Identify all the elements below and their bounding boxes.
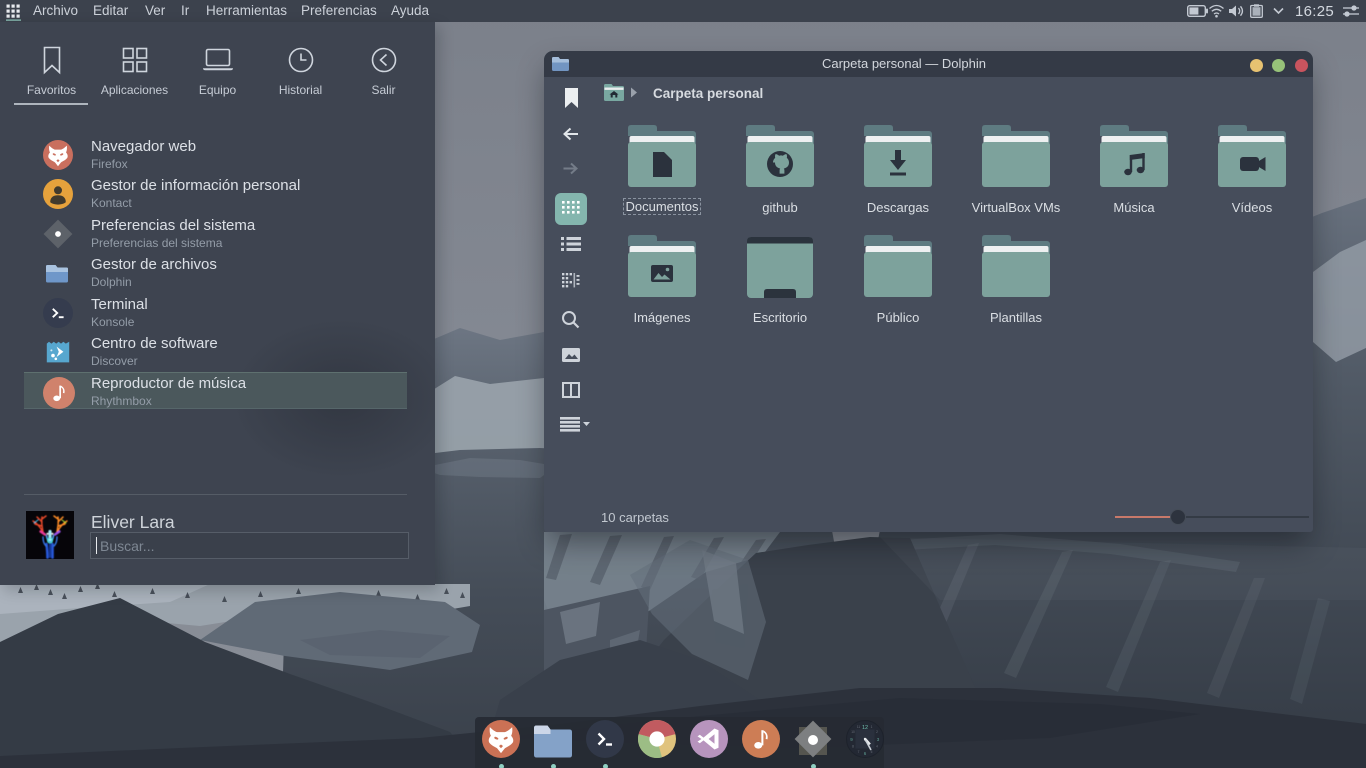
svg-text:8: 8 (852, 745, 854, 749)
svg-text:2: 2 (876, 730, 878, 734)
svg-text:4: 4 (876, 745, 878, 749)
svg-text:12: 12 (862, 725, 868, 731)
svg-text:11: 11 (857, 725, 861, 729)
svg-text:7: 7 (858, 750, 860, 754)
svg-text:1: 1 (871, 725, 873, 729)
svg-text:5: 5 (871, 750, 873, 754)
svg-text:10: 10 (851, 730, 855, 734)
